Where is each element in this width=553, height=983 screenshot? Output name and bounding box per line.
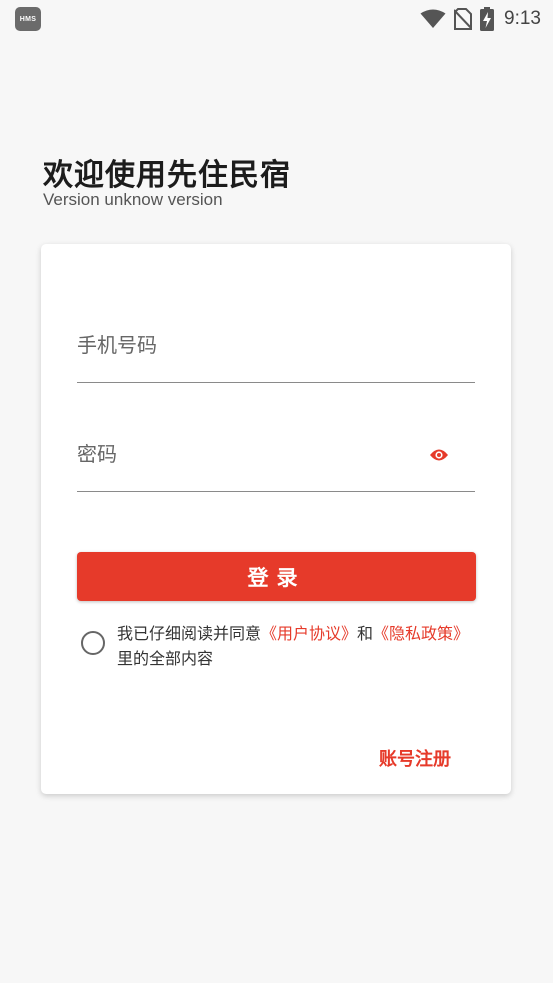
status-bar: HMS 9:13 — [0, 0, 553, 40]
battery-charging-icon — [480, 7, 495, 31]
agreement-prefix: 我已仔细阅读并同意 — [117, 624, 262, 643]
agreement-checkbox[interactable] — [81, 631, 105, 655]
hms-icon: HMS — [15, 7, 41, 31]
login-button[interactable]: 登录 — [77, 552, 476, 601]
privacy-policy-link[interactable]: 《隐私政策》 — [373, 624, 469, 643]
page-title: 欢迎使用先住民宿 — [43, 158, 291, 193]
agreement-conjunction: 和 — [357, 624, 374, 643]
register-link[interactable]: 账号注册 — [379, 745, 451, 771]
phone-input[interactable] — [77, 322, 417, 368]
agreement-suffix: 里的全部内容 — [117, 649, 214, 668]
no-sim-icon — [454, 8, 473, 30]
wifi-icon — [420, 9, 446, 29]
phone-field — [77, 322, 475, 383]
version-label: Version unknow version — [43, 190, 223, 209]
status-icons: 9:13 — [412, 6, 541, 32]
eye-icon[interactable] — [429, 447, 449, 461]
user-agreement-link[interactable]: 《用户协议》 — [261, 624, 357, 643]
password-input[interactable] — [77, 431, 417, 477]
clock: 9:13 — [504, 8, 541, 29]
agreement-text: 我已仔细阅读并同意《用户协议》和《隐私政策》里的全部内容 — [117, 621, 477, 671]
password-field — [77, 431, 475, 492]
login-card: 登录 我已仔细阅读并同意《用户协议》和《隐私政策》里的全部内容 账号注册 — [41, 244, 511, 794]
